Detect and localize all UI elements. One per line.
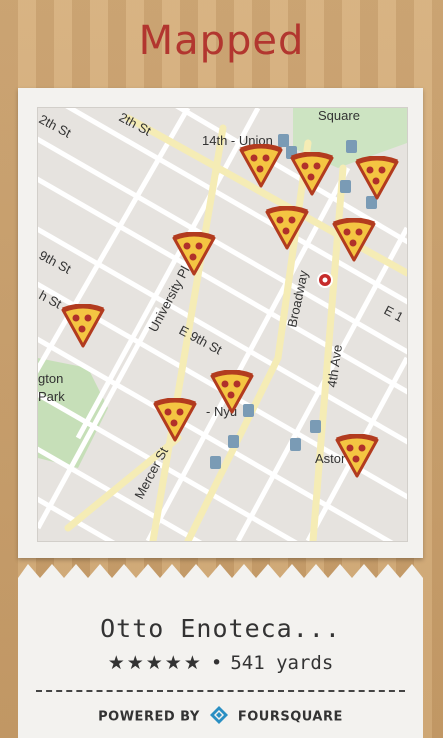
street-label-e11: E 1 <box>382 302 406 324</box>
rating-stars: ★★★★★ <box>107 652 203 674</box>
powered-by-label: POWERED BY <box>98 709 200 725</box>
pizza-pin[interactable] <box>354 156 400 202</box>
pizza-pin[interactable] <box>171 232 217 278</box>
park-label-2: Park <box>38 389 65 404</box>
map-frame: 2th St 2th St 14th - Union Square 9th St… <box>18 88 423 558</box>
pizza-pin[interactable] <box>264 206 310 252</box>
torn-edge <box>18 564 423 580</box>
street-label-12th: 2th St <box>117 109 154 138</box>
map-view[interactable]: 2th St 2th St 14th - Union Square 9th St… <box>37 107 408 542</box>
pizza-pin[interactable] <box>209 370 255 416</box>
pizza-pin[interactable] <box>334 434 380 480</box>
dashed-divider <box>36 690 405 692</box>
foursquare-brand: FOURSQUARE <box>237 709 343 725</box>
venue-card[interactable]: Otto Enoteca... ★★★★★ • 541 yards POWERED … <box>18 578 423 738</box>
foursquare-logo-icon <box>209 705 229 729</box>
venue-name[interactable]: Otto Enoteca... <box>18 614 423 643</box>
street-label-12th-b: 2th St <box>38 111 74 140</box>
venue-distance: 541 yards <box>230 652 334 674</box>
park-label-square: Square <box>318 108 360 123</box>
pizza-pin[interactable] <box>152 398 198 444</box>
powered-by-foursquare: POWERED BY FOURSQUARE <box>18 705 423 729</box>
pizza-pin[interactable] <box>60 304 106 350</box>
pizza-pin[interactable] <box>331 218 377 264</box>
pizza-pin[interactable] <box>289 152 335 198</box>
venue-meta: ★★★★★ • 541 yards <box>18 652 423 674</box>
pizza-pin[interactable] <box>238 144 284 190</box>
street-label-9th-w: 9th St <box>38 247 74 276</box>
app-title: Mapped <box>138 18 305 64</box>
separator-dot: • <box>210 652 223 674</box>
park-label-1: gton <box>38 371 63 386</box>
